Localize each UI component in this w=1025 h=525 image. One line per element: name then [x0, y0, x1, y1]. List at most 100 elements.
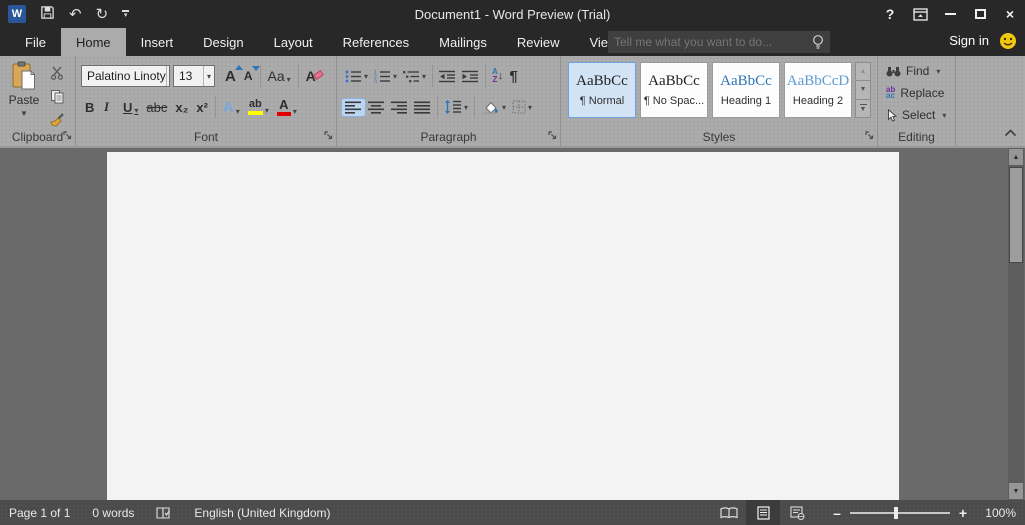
text-highlight-button[interactable]: ab — [244, 97, 273, 117]
clipboard-dialog-launcher[interactable] — [63, 128, 72, 143]
tab-insert[interactable]: Insert — [126, 28, 189, 56]
language-status[interactable]: English (United Kingdom) — [194, 506, 330, 520]
scroll-down-button[interactable]: ▼ — [1009, 483, 1023, 499]
tab-layout[interactable]: Layout — [259, 28, 328, 56]
paste-dropdown-icon[interactable]: ▼ — [20, 109, 28, 118]
strikethrough-button[interactable]: abc — [142, 98, 171, 117]
cut-button[interactable] — [46, 62, 68, 82]
zoom-percentage[interactable]: 100% — [972, 506, 1016, 520]
line-spacing-button[interactable] — [441, 98, 471, 116]
multilevel-list-button[interactable] — [400, 68, 429, 85]
change-case-button[interactable]: Aa — [264, 66, 295, 86]
paragraph-dialog-launcher[interactable] — [548, 128, 557, 143]
tab-references[interactable]: References — [328, 28, 424, 56]
tab-design[interactable]: Design — [188, 28, 258, 56]
align-right-button[interactable] — [388, 99, 411, 116]
styles-scroll-down-button[interactable]: ▼ — [855, 80, 871, 100]
account-smiley-icon[interactable] — [999, 32, 1017, 50]
print-layout-button[interactable] — [746, 500, 780, 525]
style-no-spacing[interactable]: AaBbCc ¶ No Spac... — [640, 62, 708, 118]
select-button[interactable]: Select — [886, 106, 946, 124]
scrollbar-thumb[interactable] — [1009, 167, 1023, 263]
bold-button[interactable]: B — [81, 98, 100, 117]
bullets-button[interactable] — [342, 68, 371, 85]
text-effects-button[interactable]: A — [219, 97, 244, 118]
show-paragraph-marks-button[interactable]: ¶ — [506, 66, 520, 87]
sign-in-button[interactable]: Sign in — [949, 33, 989, 48]
style-heading-1[interactable]: AaBbCc Heading 1 — [712, 62, 780, 118]
superscript-button[interactable]: x² — [192, 98, 212, 117]
format-painter-button[interactable] — [46, 110, 68, 130]
style-heading-2[interactable]: AaBbCcD Heading 2 — [784, 62, 852, 118]
clear-formatting-button[interactable]: A — [302, 66, 327, 86]
increase-indent-button[interactable] — [459, 68, 482, 85]
web-layout-button[interactable] — [780, 500, 814, 525]
ribbon-display-options-button[interactable] — [905, 0, 935, 28]
tab-file[interactable]: File — [10, 28, 61, 56]
tab-home[interactable]: Home — [60, 28, 126, 56]
zoom-slider-thumb[interactable] — [894, 506, 898, 519]
close-button[interactable]: × — [995, 0, 1025, 28]
page-count-status[interactable]: Page 1 of 1 — [9, 506, 70, 520]
style-normal[interactable]: AaBbCc ¶ Normal — [568, 62, 636, 118]
maximize-button[interactable] — [965, 0, 995, 28]
undo-button[interactable]: ↶ — [69, 7, 82, 22]
collapse-ribbon-button[interactable] — [1004, 125, 1017, 140]
shading-button[interactable] — [478, 98, 509, 116]
replace-button[interactable]: ab ac Replace — [886, 84, 946, 102]
numbering-button[interactable]: 123 — [371, 68, 400, 85]
customize-quick-access-button[interactable]: ▾ — [122, 10, 130, 19]
align-center-button[interactable] — [365, 99, 388, 116]
zoom-control: – + — [828, 505, 972, 521]
copy-icon — [50, 89, 63, 103]
proofing-status-button[interactable] — [156, 506, 172, 520]
paste-clipboard-icon — [12, 61, 35, 90]
font-dialog-launcher[interactable] — [324, 128, 333, 143]
tell-me-box[interactable] — [608, 31, 830, 53]
zoom-out-button[interactable]: – — [828, 505, 846, 521]
highlight-color-bar — [247, 111, 263, 115]
shrink-font-button[interactable]: A — [240, 66, 260, 85]
select-cursor-icon — [888, 108, 897, 122]
read-mode-button[interactable] — [712, 500, 746, 525]
copy-button[interactable] — [46, 86, 68, 106]
scroll-up-button[interactable]: ▲ — [1009, 149, 1023, 165]
line-spacing-icon — [445, 100, 461, 114]
help-button[interactable]: ? — [875, 0, 905, 28]
paste-button[interactable]: Paste ▼ — [6, 61, 42, 131]
styles-scroll-up-button[interactable]: ▲ — [855, 62, 871, 82]
justify-button[interactable] — [411, 99, 434, 116]
divider — [485, 65, 487, 87]
font-size-dropdown-icon[interactable] — [202, 66, 214, 86]
styles-dialog-launcher[interactable] — [865, 128, 874, 143]
redo-button[interactable]: ↻ — [96, 7, 109, 22]
zoom-in-button[interactable]: + — [954, 505, 972, 521]
document-page[interactable] — [107, 152, 899, 500]
chevron-up-icon — [1004, 129, 1017, 137]
font-name-dropdown-icon[interactable] — [165, 66, 169, 86]
font-size-combobox[interactable]: 13 — [173, 65, 215, 87]
status-bar-right: – + 100% — [712, 500, 1016, 525]
zoom-slider[interactable] — [850, 506, 950, 519]
styles-gallery: AaBbCc ¶ Normal AaBbCc ¶ No Spac... AaBb… — [568, 62, 852, 118]
underline-button[interactable]: U — [119, 98, 142, 117]
font-name-combobox[interactable]: Palatino Linoty — [81, 65, 170, 87]
decrease-indent-button[interactable] — [436, 68, 459, 85]
vertical-scrollbar[interactable]: ▲ ▼ — [1008, 148, 1024, 500]
find-button[interactable]: Find — [886, 62, 946, 80]
font-color-button[interactable]: A — [273, 96, 301, 118]
sort-button[interactable]: A Z ↓ — [489, 66, 506, 86]
align-left-button[interactable] — [341, 97, 366, 117]
word-logo-icon: W — [8, 5, 26, 23]
word-count-status[interactable]: 0 words — [92, 506, 134, 520]
tab-review[interactable]: Review — [502, 28, 575, 56]
grow-font-button[interactable]: A — [221, 64, 243, 87]
tab-mailings[interactable]: Mailings — [424, 28, 502, 56]
tell-me-input[interactable] — [614, 35, 812, 49]
subscript-button[interactable]: x₂ — [171, 98, 192, 117]
italic-button[interactable]: I — [100, 97, 119, 117]
save-button[interactable] — [40, 5, 55, 23]
borders-button[interactable] — [509, 98, 535, 116]
minimize-button[interactable] — [935, 0, 965, 28]
styles-more-button[interactable]: ▼ — [855, 98, 871, 118]
